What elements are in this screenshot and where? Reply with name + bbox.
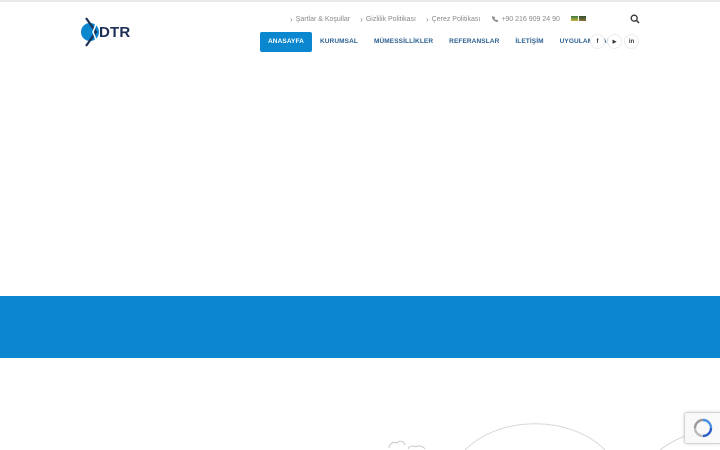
logo-text: DTR: [99, 24, 131, 41]
top-link-label: Çerez Politikası: [431, 15, 481, 23]
top-links-bar: › Şartlar & Koşullar › Gizlilik Politikası…: [290, 14, 560, 24]
chevron-right-icon: ›: [426, 14, 429, 24]
phone-number[interactable]: +90 216 909 24 90: [492, 16, 560, 23]
linkedin-icon[interactable]: in: [624, 34, 639, 49]
search-icon[interactable]: [630, 14, 640, 24]
top-link-cookies[interactable]: › Çerez Politikası: [426, 15, 480, 24]
flag-icon[interactable]: [579, 16, 586, 21]
cloud-icon: [388, 440, 426, 450]
recaptcha-badge[interactable]: [684, 412, 720, 444]
blue-banner: [0, 296, 720, 358]
top-divider: [0, 0, 720, 2]
social-links: f ▶ in: [590, 34, 641, 49]
chevron-right-icon: ›: [360, 14, 363, 24]
recaptcha-icon: [693, 418, 712, 438]
top-link-privacy[interactable]: › Gizlilik Politikası: [360, 15, 416, 24]
phone-label: +90 216 909 24 90: [501, 15, 560, 23]
nav-item-references[interactable]: REFERANSLAR: [441, 32, 507, 52]
page: DTR › Şartlar & Koşullar › Gizlilik Politi…: [0, 0, 720, 450]
top-link-label: Şartlar & Koşullar: [295, 15, 351, 23]
top-link-label: Gizlilik Politikası: [365, 15, 416, 23]
nav-item-representations[interactable]: MÜMESSİLLİKLER: [366, 32, 441, 52]
language-flags: [571, 16, 587, 21]
decorative-illustration: [388, 423, 691, 450]
main-nav: ANASAYFA KURUMSAL MÜMESSİLLİKLER REFERAN…: [260, 32, 620, 52]
nav-item-corporate[interactable]: KURUMSAL: [312, 32, 366, 52]
flag-icon[interactable]: [571, 16, 578, 21]
phone-icon: [492, 16, 499, 22]
facebook-icon[interactable]: f: [590, 34, 605, 49]
youtube-icon[interactable]: ▶: [607, 34, 622, 49]
nav-item-contact[interactable]: İLETİŞİM: [507, 32, 551, 52]
nav-item-home[interactable]: ANASAYFA: [260, 32, 312, 52]
chevron-right-icon: ›: [290, 14, 293, 24]
top-link-terms[interactable]: › Şartlar & Koşullar: [290, 15, 350, 24]
